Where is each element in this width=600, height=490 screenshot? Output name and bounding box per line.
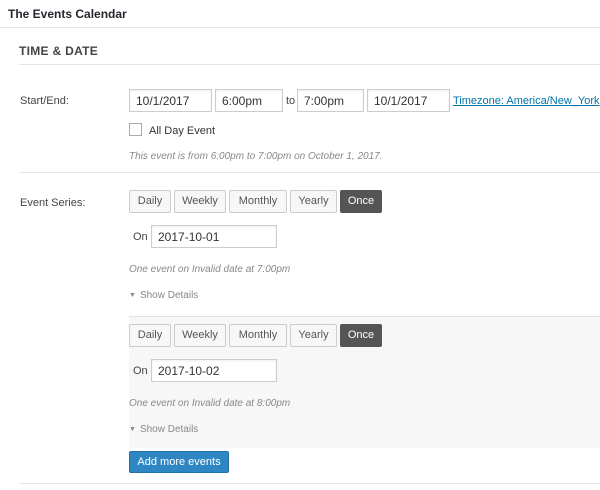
series-2-date-input[interactable] xyxy=(151,359,277,382)
event-time-summary: This event is from 6:00pm to 7:00pm on O… xyxy=(129,151,383,162)
add-more-events-button[interactable]: Add more events xyxy=(129,451,229,473)
series-1-show-details-label: Show Details xyxy=(139,290,199,301)
all-day-checkbox[interactable] xyxy=(129,123,142,136)
series-1-summary: One event on Invalid date at 7:00pm xyxy=(129,264,291,275)
series-2-show-details-label: Show Details xyxy=(139,424,199,435)
series-2-monthly-button[interactable]: Monthly xyxy=(229,324,287,347)
section-heading: TIME & DATE xyxy=(19,44,99,58)
panel-header: The Events Calendar xyxy=(0,0,600,28)
start-end-label: Start/End: xyxy=(20,95,69,107)
start-time-input[interactable] xyxy=(215,89,283,112)
to-label: to xyxy=(286,95,296,107)
event-series-label: Event Series: xyxy=(20,197,86,209)
series-2-once-button[interactable]: Once xyxy=(340,324,382,347)
series-1-weekly-button[interactable]: Weekly xyxy=(174,190,226,213)
all-day-label: All Day Event xyxy=(149,125,216,137)
series-2-on-label: On xyxy=(133,365,148,377)
series-1-on-label: On xyxy=(133,231,148,243)
series-2-daily-button[interactable]: Daily xyxy=(129,324,171,347)
series-1-daily-button[interactable]: Daily xyxy=(129,190,171,213)
divider xyxy=(19,483,600,484)
end-date-input[interactable] xyxy=(367,89,450,112)
triangle-down-icon: ▼ xyxy=(129,426,136,433)
divider xyxy=(19,172,600,173)
series-2-weekly-button[interactable]: Weekly xyxy=(174,324,226,347)
series-1-yearly-button[interactable]: Yearly xyxy=(290,190,337,213)
series-2-show-details-toggle[interactable]: ▼ Show Details xyxy=(129,424,198,435)
end-time-input[interactable] xyxy=(297,89,364,112)
divider xyxy=(19,64,600,65)
start-date-input[interactable] xyxy=(129,89,212,112)
series-1-show-details-toggle[interactable]: ▼ Show Details xyxy=(129,290,198,301)
series-1-monthly-button[interactable]: Monthly xyxy=(229,190,287,213)
triangle-down-icon: ▼ xyxy=(129,292,136,299)
series-1-date-input[interactable] xyxy=(151,225,277,248)
series-2-yearly-button[interactable]: Yearly xyxy=(290,324,337,347)
timezone-link[interactable]: Timezone: America/New_York xyxy=(453,95,600,107)
series-2-summary: One event on Invalid date at 8:00pm xyxy=(129,398,291,409)
series-1-once-button[interactable]: Once xyxy=(340,190,382,213)
panel-title: The Events Calendar xyxy=(8,7,127,21)
